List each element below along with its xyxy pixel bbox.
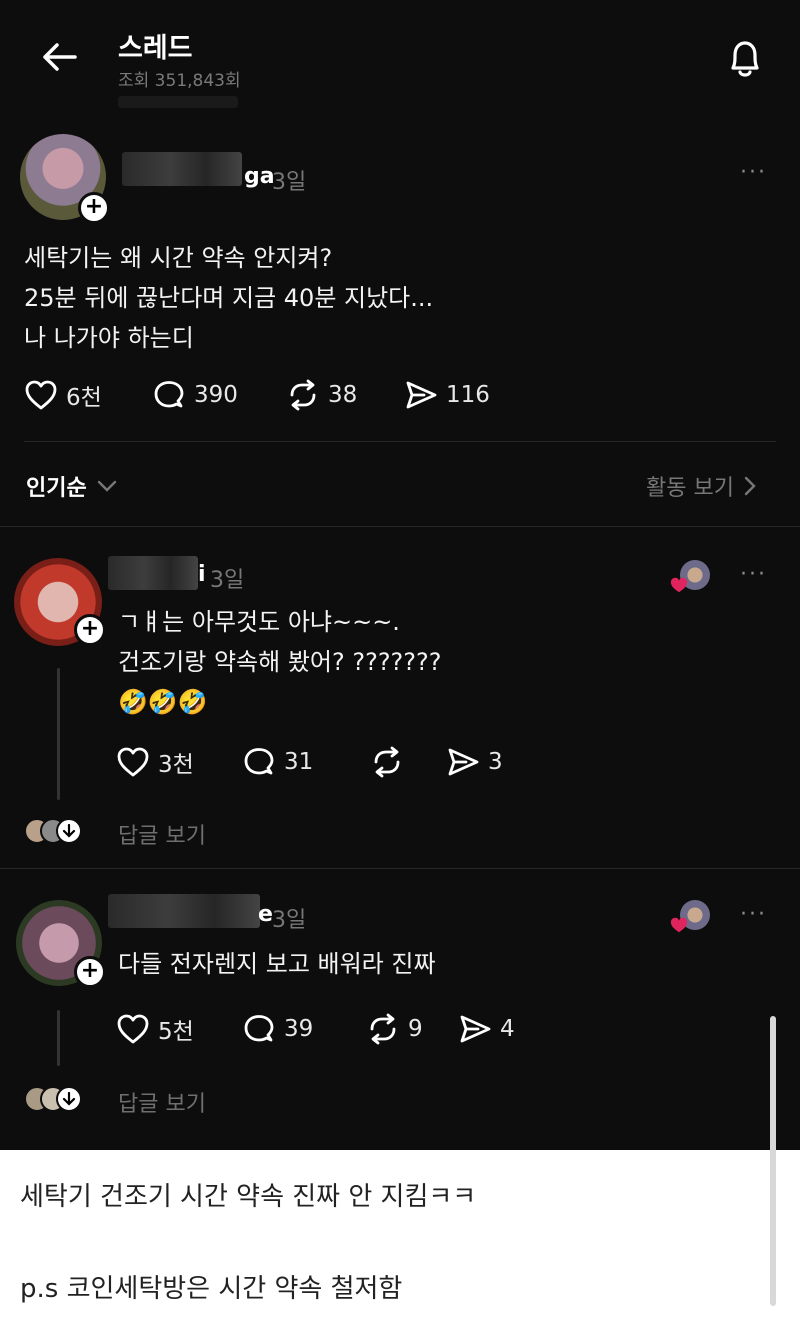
- reply-line: 다들 전자렌지 보고 배워라 진짜: [118, 950, 436, 978]
- follow-plus-button[interactable]: +: [74, 614, 106, 646]
- share-button[interactable]: 4: [458, 1013, 515, 1045]
- author-name[interactable]: i: [198, 562, 206, 587]
- arrow-down-icon: [56, 818, 82, 844]
- more-options-button[interactable]: ···: [740, 160, 767, 185]
- comment-bubble-icon: [154, 381, 184, 408]
- comment-button[interactable]: 390: [152, 379, 286, 411]
- heart-icon: [670, 577, 688, 593]
- blurred-text: [118, 96, 238, 108]
- share-count: 3: [488, 749, 503, 775]
- repost-button[interactable]: [370, 746, 446, 778]
- repost-count: 9: [408, 1016, 423, 1042]
- share-button[interactable]: 3: [446, 746, 503, 778]
- post-line: 세탁기는 왜 시간 약속 안지켜?: [24, 244, 333, 272]
- more-options-button[interactable]: ···: [740, 902, 767, 927]
- divider: [0, 526, 800, 527]
- repost-icon: [290, 379, 316, 411]
- comment-button[interactable]: 31: [242, 746, 370, 778]
- activity-label: 활동 보기: [646, 476, 734, 501]
- post-actions: 6천 390 38 116: [24, 378, 584, 412]
- heart-icon: [117, 1014, 149, 1044]
- thread-line: [57, 668, 60, 800]
- arrow-down-icon: [56, 1086, 82, 1112]
- send-icon: [406, 381, 437, 409]
- share-count: 4: [500, 1016, 515, 1042]
- scrollbar[interactable]: [770, 1016, 776, 1306]
- caption-line: 세탁기 건조기 시간 약속 진짜 안 지킴ㅋㅋ: [20, 1182, 477, 1212]
- page-title: 스레드: [118, 33, 193, 64]
- blurred-username: [122, 152, 242, 186]
- reply-body: 다들 전자렌지 보고 배워라 진짜: [118, 944, 436, 984]
- send-icon: [448, 748, 479, 776]
- sort-label: 인기순: [26, 476, 87, 501]
- divider: [0, 868, 800, 869]
- reply-time: 3일: [210, 568, 245, 593]
- author-name[interactable]: e: [258, 902, 273, 927]
- repost-button[interactable]: 9: [366, 1013, 458, 1045]
- share-count: 116: [446, 382, 490, 408]
- thread-line: [57, 1010, 60, 1066]
- chevron-right-icon: [744, 476, 756, 496]
- post-time: 3일: [272, 170, 307, 195]
- blurred-username: [108, 556, 198, 590]
- author-name[interactable]: ga: [244, 164, 275, 189]
- notification-button[interactable]: [722, 36, 768, 82]
- reply-line: 건조기랑 약속해 봤어? ???????: [118, 648, 442, 676]
- like-count: 3천: [158, 752, 194, 778]
- follow-plus-button[interactable]: +: [74, 956, 106, 988]
- like-button[interactable]: 3천: [116, 745, 242, 779]
- comment-bubble-icon: [244, 1015, 274, 1042]
- bell-icon: [731, 41, 759, 77]
- divider: [24, 441, 776, 442]
- reply-actions: 3천 31 3: [116, 745, 536, 779]
- more-options-button[interactable]: ···: [740, 562, 767, 587]
- sort-dropdown[interactable]: 인기순: [26, 470, 117, 502]
- reply-time: 3일: [272, 908, 307, 933]
- chevron-down-icon: [97, 480, 116, 492]
- heart-icon: [670, 917, 688, 933]
- reply-body: ㄱㅒ는 아무것도 아냐~~~. 건조기랑 약속해 봤어? ??????? 🤣🤣🤣: [118, 602, 442, 722]
- send-icon: [460, 1015, 491, 1043]
- like-button[interactable]: 5천: [116, 1012, 242, 1046]
- replier-avatars: [24, 1086, 82, 1112]
- repost-icon: [374, 746, 400, 778]
- repost-button[interactable]: 38: [286, 379, 404, 411]
- like-count: 5천: [158, 1019, 194, 1045]
- share-button[interactable]: 116: [404, 379, 490, 411]
- view-replies-link[interactable]: 답글 보기: [118, 818, 206, 850]
- view-count: 조회 351,843회: [118, 71, 241, 91]
- comment-bubble-icon: [244, 748, 274, 775]
- back-arrow-icon: [43, 43, 77, 71]
- heart-icon: [25, 380, 57, 410]
- activity-link[interactable]: 활동 보기: [646, 470, 756, 502]
- back-button[interactable]: [36, 34, 82, 80]
- reply-actions: 5천 39 9 4: [116, 1012, 536, 1046]
- post-body: 세탁기는 왜 시간 약속 안지켜? 25분 뒤에 끊난다며 지금 40분 지났다…: [24, 238, 433, 358]
- repost-count: 38: [328, 382, 358, 408]
- repost-icon: [370, 1013, 396, 1045]
- comment-count: 31: [284, 749, 314, 775]
- follow-plus-button[interactable]: +: [78, 192, 110, 224]
- comment-count: 39: [284, 1016, 314, 1042]
- blurred-username: [108, 894, 260, 928]
- replier-avatars: [24, 818, 82, 844]
- heart-icon: [117, 747, 149, 777]
- comment-count: 390: [194, 382, 238, 408]
- like-button[interactable]: 6천: [24, 378, 152, 412]
- post-line: 나 나가야 하는디: [24, 324, 194, 352]
- comment-button[interactable]: 39: [242, 1013, 366, 1045]
- reply-line: ㄱㅒ는 아무것도 아냐~~~.: [118, 608, 400, 636]
- reply-line: 🤣🤣🤣: [118, 688, 208, 716]
- caption-line: p.s 코인세탁방은 시간 약속 철저함: [20, 1274, 403, 1304]
- like-count: 6천: [66, 385, 102, 411]
- view-replies-link[interactable]: 답글 보기: [118, 1086, 206, 1118]
- post-line: 25분 뒤에 끊난다며 지금 40분 지났다...: [24, 284, 434, 312]
